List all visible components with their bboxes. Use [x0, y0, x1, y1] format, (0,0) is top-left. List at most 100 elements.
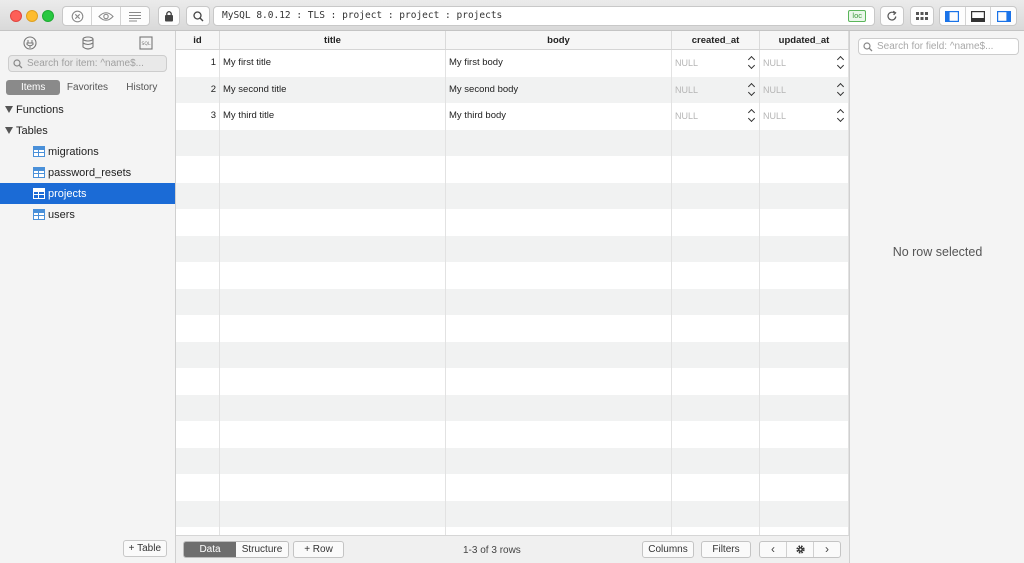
table-row[interactable]: [176, 235, 849, 262]
sidebar-item-projects[interactable]: projects: [0, 183, 175, 204]
cell-id: [176, 394, 220, 421]
cell-created-at[interactable]: NULL: [672, 103, 760, 130]
stepper-icon[interactable]: [838, 110, 844, 122]
data-tab-button[interactable]: Data: [184, 542, 236, 557]
column-header-title[interactable]: title: [220, 31, 446, 49]
table-row[interactable]: [176, 209, 849, 236]
tree-section-functions[interactable]: Functions: [0, 99, 175, 120]
cell-title[interactable]: My third title: [220, 103, 446, 130]
add-table-button[interactable]: + Table: [122, 540, 167, 557]
lock-button[interactable]: [158, 6, 180, 26]
field-search-input[interactable]: Search for field: ^name$...: [858, 38, 1019, 55]
table-row[interactable]: [176, 288, 849, 315]
stepper-icon[interactable]: [749, 110, 755, 122]
minimize-window-button[interactable]: [26, 10, 38, 22]
connection-info-bar[interactable]: MySQL 8.0.12 : TLS : project : project :…: [213, 6, 875, 26]
stepper-icon[interactable]: [838, 84, 844, 96]
table-row[interactable]: [176, 315, 849, 342]
columns-button[interactable]: Columns: [642, 541, 694, 558]
table-row[interactable]: [176, 129, 849, 156]
cell-created-at[interactable]: NULL: [672, 76, 760, 103]
table-icon: [33, 146, 45, 157]
table-row[interactable]: [176, 156, 849, 183]
data-grid[interactable]: id title body created_at updated_at 1 My …: [176, 31, 849, 535]
layout-button[interactable]: [910, 6, 934, 26]
table-row[interactable]: 3 My third title My third body NULL NULL: [176, 103, 849, 130]
connection-icon[interactable]: [22, 36, 37, 50]
search-button[interactable]: [186, 6, 210, 26]
table-row[interactable]: [176, 474, 849, 501]
table-row[interactable]: [176, 341, 849, 368]
cell-created-at: [672, 500, 760, 527]
table-name: users: [48, 208, 75, 221]
next-page-button[interactable]: ›: [813, 542, 840, 557]
disclosure-triangle-icon[interactable]: [5, 106, 13, 113]
stepper-icon[interactable]: [749, 84, 755, 96]
cell-id[interactable]: 1: [176, 50, 220, 77]
cell-value: NULL: [763, 111, 787, 121]
settings-button[interactable]: [786, 542, 813, 557]
table-row[interactable]: [176, 262, 849, 289]
table-row[interactable]: [176, 447, 849, 474]
cell-id[interactable]: 3: [176, 103, 220, 130]
cell-updated-at[interactable]: NULL: [760, 50, 849, 77]
table-row[interactable]: [176, 182, 849, 209]
cell-created-at: [672, 209, 760, 236]
disclosure-triangle-icon[interactable]: [5, 127, 13, 134]
pagination-controls: ‹ ›: [759, 541, 841, 558]
cell-created-at[interactable]: NULL: [672, 50, 760, 77]
sql-file-icon[interactable]: SQL: [138, 36, 153, 50]
table-row[interactable]: 1 My first title My first body NULL NULL: [176, 50, 849, 77]
table-row[interactable]: [176, 368, 849, 395]
tab-favorites[interactable]: Favorites: [60, 80, 114, 95]
toggle-bottom-panel-button[interactable]: [964, 7, 991, 25]
cell-title: [220, 500, 446, 527]
item-search-field[interactable]: Search for item: ^name$...: [8, 55, 167, 72]
cell-value: 3: [210, 110, 216, 121]
tab-history[interactable]: History: [115, 80, 169, 95]
query-log-button[interactable]: [120, 7, 149, 25]
table-row[interactable]: [176, 500, 849, 527]
column-header-updated-at[interactable]: updated_at: [760, 31, 849, 49]
cell-title[interactable]: My second title: [220, 76, 446, 103]
column-header-body[interactable]: body: [446, 31, 672, 49]
add-row-button[interactable]: + Row: [293, 541, 344, 558]
sidebar-item-users[interactable]: users: [0, 204, 175, 225]
cell-body[interactable]: My third body: [446, 103, 672, 130]
structure-tab-button[interactable]: Structure: [236, 542, 288, 557]
column-header-created-at[interactable]: created_at: [672, 31, 760, 49]
sidebar-footer: + Table: [0, 535, 175, 563]
cell-updated-at[interactable]: NULL: [760, 103, 849, 130]
close-window-button[interactable]: [10, 10, 22, 22]
filters-button[interactable]: Filters: [701, 541, 751, 558]
tree-section-tables[interactable]: Tables: [0, 120, 175, 141]
preview-button[interactable]: [91, 7, 120, 25]
stepper-icon[interactable]: [838, 57, 844, 69]
cell-body[interactable]: My first body: [446, 50, 672, 77]
cell-id: [176, 156, 220, 183]
sidebar-item-password-resets[interactable]: password_resets: [0, 162, 175, 183]
table-row[interactable]: 2 My second title My second body NULL NULL: [176, 76, 849, 103]
stop-query-button[interactable]: [63, 7, 91, 25]
cell-id: [176, 341, 220, 368]
cell-body[interactable]: My second body: [446, 76, 672, 103]
column-header-id[interactable]: id: [176, 31, 220, 49]
cell-body: [446, 368, 672, 395]
cell-title: [220, 394, 446, 421]
tab-items[interactable]: Items: [6, 80, 61, 95]
sidebar: SQL Search for item: ^name$... Items Fav…: [0, 31, 176, 563]
database-icon[interactable]: [81, 36, 94, 50]
refresh-button[interactable]: [880, 6, 904, 26]
cell-id[interactable]: 2: [176, 76, 220, 103]
toggle-right-panel-button[interactable]: [990, 7, 1016, 25]
table-row[interactable]: [176, 527, 849, 535]
table-row[interactable]: [176, 421, 849, 448]
cell-updated-at[interactable]: NULL: [760, 76, 849, 103]
zoom-window-button[interactable]: [42, 10, 54, 22]
sidebar-item-migrations[interactable]: migrations: [0, 141, 175, 162]
cell-title[interactable]: My first title: [220, 50, 446, 77]
previous-page-button[interactable]: ‹: [760, 542, 786, 557]
table-row[interactable]: [176, 394, 849, 421]
stepper-icon[interactable]: [749, 57, 755, 69]
toggle-left-panel-button[interactable]: [940, 7, 965, 25]
